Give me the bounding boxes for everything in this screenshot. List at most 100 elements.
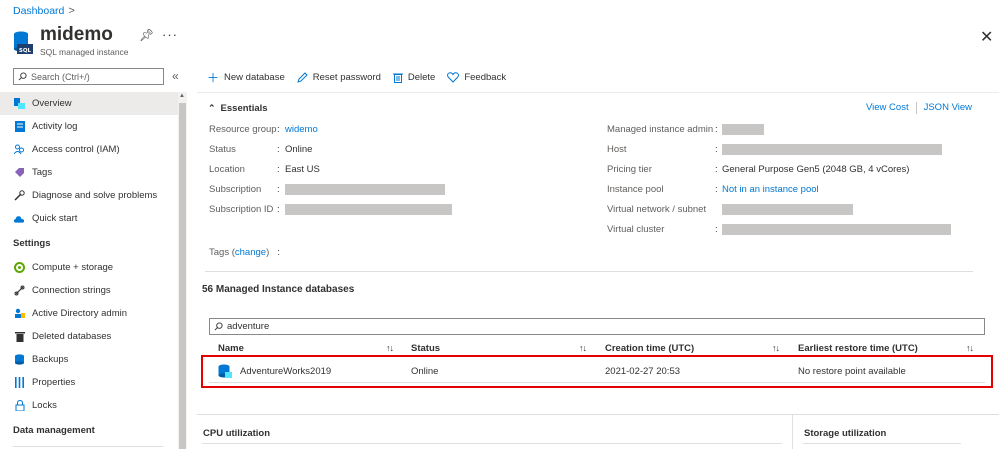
sidebar-item-connection-strings[interactable]: Connection strings bbox=[0, 279, 178, 302]
pin-icon[interactable]: 📌︎ bbox=[139, 28, 154, 42]
sidebar-item-iam[interactable]: Access control (IAM) bbox=[0, 138, 178, 161]
prop-label: Status bbox=[209, 144, 236, 155]
cloud-icon bbox=[14, 213, 25, 224]
new-database-button[interactable]: ＋ New database bbox=[207, 69, 285, 86]
sort-icon[interactable]: ↑↓ bbox=[579, 343, 587, 353]
delete-button[interactable]: Delete bbox=[392, 72, 436, 83]
database-filter-input[interactable]: adventure bbox=[209, 318, 985, 335]
column-header-name[interactable]: Name bbox=[218, 343, 244, 354]
resource-group-link[interactable]: widemo bbox=[285, 124, 318, 135]
storage-utilization-title: Storage utilization bbox=[804, 428, 887, 439]
sidebar-item-backups[interactable]: Backups bbox=[0, 348, 178, 371]
tags-change-link[interactable]: change bbox=[235, 247, 266, 258]
cpu-card-divider bbox=[202, 443, 782, 444]
properties-icon bbox=[14, 377, 25, 388]
prop-label: Subscription ID bbox=[209, 204, 274, 215]
prop-label: Subscription bbox=[209, 184, 262, 195]
reset-password-button[interactable]: Reset password bbox=[296, 72, 381, 83]
sidebar-scrollbar-thumb[interactable] bbox=[179, 103, 186, 449]
prop-label: Managed instance admin bbox=[607, 124, 714, 135]
sidebar-item-locks[interactable]: Locks bbox=[0, 394, 178, 417]
ad-admin-icon bbox=[14, 308, 25, 319]
delete-label: Delete bbox=[407, 72, 436, 83]
prop-label: Location bbox=[209, 164, 245, 175]
subscription-redacted[interactable] bbox=[285, 184, 445, 195]
sort-icon[interactable]: ↑↓ bbox=[772, 343, 780, 353]
search-placeholder: Search (Ctrl+/) bbox=[31, 71, 90, 82]
connection-icon bbox=[14, 285, 25, 296]
sidebar-item-overview[interactable]: Overview bbox=[0, 92, 178, 115]
trash-icon bbox=[392, 72, 403, 83]
sidebar-item-label: Diagnose and solve problems bbox=[32, 190, 158, 201]
sidebar-item-label: Properties bbox=[32, 377, 76, 388]
compute-icon bbox=[14, 262, 25, 273]
sidebar-item-activity-log[interactable]: Activity log bbox=[0, 115, 178, 138]
lock-icon bbox=[14, 400, 25, 411]
sidebar-item-ad-admin[interactable]: Active Directory admin bbox=[0, 302, 178, 325]
sidebar-item-label: Backups bbox=[32, 354, 69, 365]
breadcrumb-separator: > bbox=[68, 5, 75, 17]
sidebar-item-deleted-databases[interactable]: Deleted databases bbox=[0, 325, 178, 348]
prop-label: Tags bbox=[209, 247, 230, 258]
prop-resource-group: Resource group : widemo bbox=[209, 124, 318, 135]
databases-title: 56 Managed Instance databases bbox=[202, 284, 355, 295]
prop-subscription: Subscription : bbox=[209, 184, 445, 195]
sidebar-item-compute-storage[interactable]: Compute + storage bbox=[0, 256, 178, 279]
heart-icon bbox=[447, 72, 460, 83]
feedback-button[interactable]: Feedback bbox=[447, 72, 506, 83]
cpu-utilization-title: CPU utilization bbox=[203, 428, 271, 439]
sidebar-item-label: Active Directory admin bbox=[32, 308, 128, 319]
sidebar-item-label: Connection strings bbox=[32, 285, 111, 296]
breadcrumb-dashboard-link[interactable]: Dashboard bbox=[13, 5, 64, 17]
prop-virtual-cluster: Virtual cluster : bbox=[607, 224, 951, 235]
sidebar-item-label: Quick start bbox=[32, 213, 78, 224]
close-icon[interactable]: ✕ bbox=[980, 27, 993, 47]
collapse-sidebar-icon[interactable]: « bbox=[172, 69, 179, 83]
activity-log-icon bbox=[14, 121, 25, 132]
column-header-status[interactable]: Status bbox=[411, 343, 440, 354]
essentials-toggle[interactable]: ⌃ Essentials bbox=[208, 103, 268, 114]
sidebar-item-properties[interactable]: Properties bbox=[0, 371, 178, 394]
filter-value: adventure bbox=[227, 321, 270, 332]
host-redacted bbox=[722, 144, 942, 155]
virtual-cluster-redacted[interactable] bbox=[722, 224, 951, 235]
plus-icon: ＋ bbox=[207, 71, 220, 85]
prop-pricing-tier: Pricing tier : General Purpose Gen5 (204… bbox=[607, 164, 910, 175]
breadcrumb: Dashboard > bbox=[13, 5, 75, 17]
iam-icon bbox=[14, 144, 25, 155]
prop-status: Status : Online bbox=[209, 144, 313, 155]
prop-label: Resource group bbox=[209, 124, 277, 135]
sidebar-item-tags[interactable]: Tags bbox=[0, 161, 178, 184]
essentials-title: Essentials bbox=[220, 103, 268, 114]
svg-text:SQL: SQL bbox=[19, 48, 32, 54]
instance-pool-link[interactable]: Not in an instance pool bbox=[722, 184, 819, 195]
link-divider bbox=[915, 102, 917, 114]
feedback-label: Feedback bbox=[464, 72, 507, 83]
sidebar-item-quick-start[interactable]: Quick start bbox=[0, 207, 178, 230]
view-cost-link[interactable]: View Cost bbox=[866, 102, 909, 114]
sidebar-item-label: Overview bbox=[32, 98, 72, 109]
essentials-divider bbox=[205, 271, 973, 272]
column-header-creation-time[interactable]: Creation time (UTC) bbox=[605, 343, 694, 354]
sort-icon[interactable]: ↑↓ bbox=[386, 343, 394, 353]
search-icon bbox=[214, 322, 223, 331]
prop-instance-pool: Instance pool : Not in an instance pool bbox=[607, 184, 819, 195]
prop-label: Pricing tier bbox=[607, 164, 652, 175]
sidebar-section-data-management: Data management bbox=[13, 424, 95, 436]
vnet-redacted[interactable] bbox=[722, 204, 853, 215]
prop-subscription-id: Subscription ID : bbox=[209, 204, 452, 215]
prop-vnet: Virtual network / subnet bbox=[607, 204, 853, 215]
new-database-label: New database bbox=[224, 72, 285, 83]
essentials-links: View Cost JSON View bbox=[866, 102, 972, 114]
sidebar-item-diagnose[interactable]: Diagnose and solve problems bbox=[0, 184, 178, 207]
more-options-icon[interactable]: ··· bbox=[162, 27, 178, 42]
sidebar-search-input[interactable]: Search (Ctrl+/) bbox=[13, 68, 164, 85]
json-view-link[interactable]: JSON View bbox=[924, 102, 972, 114]
sidebar-item-label: Activity log bbox=[32, 121, 78, 132]
scroll-up-icon[interactable]: ▲ bbox=[179, 93, 185, 99]
sort-icon[interactable]: ↑↓ bbox=[966, 343, 974, 353]
sidebar: Overview Activity log Access control (IA… bbox=[0, 92, 178, 443]
sql-managed-instance-icon: SQL bbox=[14, 31, 33, 54]
wrench-icon bbox=[14, 190, 25, 201]
column-header-restore-time[interactable]: Earliest restore time (UTC) bbox=[798, 343, 918, 354]
